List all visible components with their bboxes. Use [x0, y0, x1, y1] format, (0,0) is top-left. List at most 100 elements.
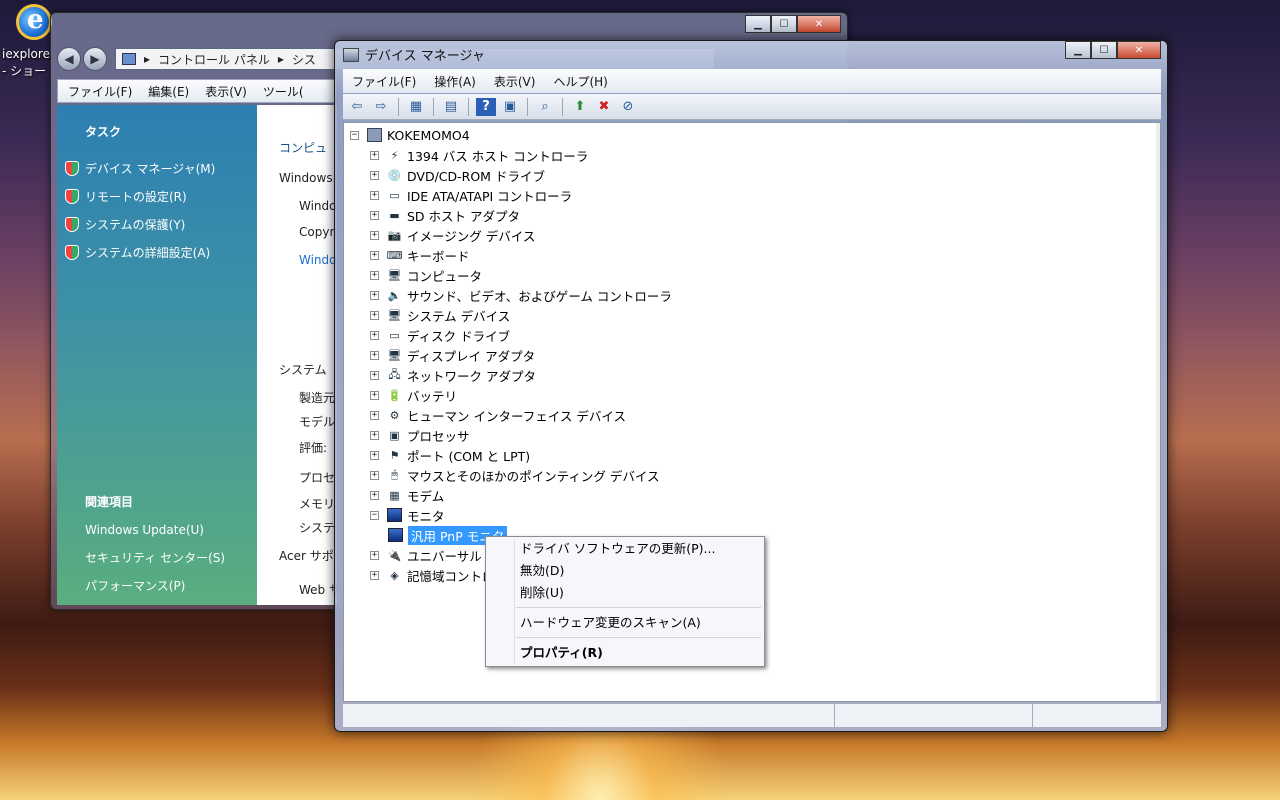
- device-category-icon: ⚙: [389, 408, 400, 422]
- breadcrumb-sep-icon: ▸: [277, 52, 284, 66]
- tree-item-category[interactable]: + 🖥 コンピュータ: [370, 265, 482, 285]
- menu-file[interactable]: ファイル(F): [68, 83, 132, 100]
- task-label: リモートの設定(R): [85, 189, 187, 204]
- minimize-button[interactable]: ▁: [745, 15, 771, 33]
- scan-hardware-icon[interactable]: ⌕: [535, 98, 555, 116]
- back-arrow-icon[interactable]: ⇦: [347, 98, 367, 116]
- tree-item-category[interactable]: + ▣ プロセッサ: [370, 425, 470, 445]
- task-device-manager[interactable]: デバイス マネージャ(M): [65, 154, 257, 182]
- tree-item-usb[interactable]: + 🔌 ユニバーサル シ: [370, 545, 498, 565]
- tree-item-category[interactable]: + 💿 DVD/CD-ROM ドライブ: [370, 165, 545, 185]
- tree-item-category[interactable]: + 🖥 システム デバイス: [370, 305, 510, 325]
- tree-scrollbar[interactable]: [1156, 123, 1160, 701]
- task-remote-settings[interactable]: リモートの設定(R): [65, 182, 257, 210]
- computer-icon: [367, 128, 382, 142]
- tree-item-category[interactable]: + 🖱 マウスとそのほかのポインティング デバイス: [370, 465, 659, 485]
- expand-icon[interactable]: +: [370, 290, 379, 300]
- help-icon[interactable]: ?: [476, 97, 496, 116]
- device-manager-icon: [343, 47, 359, 62]
- uac-shield-icon: [65, 216, 79, 232]
- expand-icon[interactable]: +: [370, 170, 379, 180]
- collapse-icon[interactable]: −: [350, 130, 359, 140]
- collapse-icon[interactable]: −: [370, 510, 379, 520]
- menu-uninstall[interactable]: 削除(U): [520, 582, 564, 604]
- menu-properties[interactable]: プロパティ(R): [520, 642, 603, 664]
- tree-root[interactable]: − KOKEMOMO4: [350, 125, 470, 145]
- expand-icon[interactable]: +: [370, 210, 379, 220]
- close-button[interactable]: ✕: [1117, 41, 1161, 59]
- expand-icon[interactable]: +: [370, 370, 379, 380]
- menu-action[interactable]: 操作(A): [425, 73, 485, 90]
- properties-icon[interactable]: ▤: [441, 98, 461, 116]
- uninstall-icon[interactable]: ✖: [594, 98, 614, 116]
- expand-icon[interactable]: +: [370, 550, 379, 560]
- expand-icon[interactable]: +: [370, 250, 379, 260]
- expand-icon[interactable]: +: [370, 150, 379, 160]
- device-category-icon: 🖱: [391, 468, 398, 481]
- expand-icon[interactable]: +: [370, 390, 379, 400]
- menu-edit[interactable]: 編集(E): [148, 83, 189, 100]
- expand-icon[interactable]: +: [370, 310, 379, 320]
- show-hide-tree-icon[interactable]: ▦: [406, 98, 426, 116]
- breadcrumb-control-panel[interactable]: コントロール パネル: [158, 51, 270, 68]
- tree-item-category[interactable]: + 🔈 サウンド、ビデオ、およびゲーム コントローラ: [370, 285, 672, 305]
- menu-file[interactable]: ファイル(F): [343, 73, 425, 90]
- menu-disable[interactable]: 無効(D): [520, 560, 564, 582]
- tree-item-category[interactable]: + ▬ SD ホスト アダプタ: [370, 205, 520, 225]
- info-fragment[interactable]: Windo: [299, 253, 337, 267]
- expand-icon[interactable]: +: [370, 570, 379, 580]
- expand-icon[interactable]: +: [370, 430, 379, 440]
- tree-item-category[interactable]: + ⚙ ヒューマン インターフェイス デバイス: [370, 405, 626, 425]
- maximize-button[interactable]: ☐: [771, 15, 797, 33]
- tree-item-category[interactable]: + 🖧 ネットワーク アダプタ: [370, 365, 536, 385]
- expand-icon[interactable]: +: [370, 190, 379, 200]
- tree-item-category[interactable]: + ▦ モデム: [370, 485, 444, 505]
- breadcrumb-system[interactable]: シス: [292, 51, 316, 68]
- tree-item-category[interactable]: − モニタ: [370, 505, 445, 525]
- tree-item-category[interactable]: + ⌨ キーボード: [370, 245, 470, 265]
- task-system-protection[interactable]: システムの保護(Y): [65, 210, 257, 238]
- expand-icon[interactable]: +: [370, 470, 379, 480]
- disable-icon[interactable]: ⊘: [618, 98, 638, 116]
- menu-scan-hardware[interactable]: ハードウェア変更のスキャン(A): [520, 612, 701, 634]
- expand-icon[interactable]: +: [370, 350, 379, 360]
- expand-icon[interactable]: +: [370, 490, 379, 500]
- system-info-pane: コンピュ Windows Windo Copyr Windo システム 製造元 …: [257, 105, 341, 605]
- related-windows-update[interactable]: Windows Update(U): [85, 516, 257, 544]
- device-category-icon: 🖧: [388, 367, 401, 381]
- tree-item-storage-controller[interactable]: + ◈ 記憶域コントロ: [370, 565, 495, 585]
- toolbar-separator: [527, 97, 528, 116]
- toolbar-separator: [562, 97, 563, 116]
- menu-help[interactable]: ヘルプ(H): [544, 73, 616, 90]
- task-advanced-settings[interactable]: システムの詳細設定(A): [65, 238, 257, 266]
- tree-item-category[interactable]: + 🖥 ディスプレイ アダプタ: [370, 345, 535, 365]
- menu-tools[interactable]: ツール(: [263, 83, 304, 100]
- expand-icon[interactable]: +: [370, 270, 379, 280]
- expand-icon[interactable]: +: [370, 410, 379, 420]
- related-performance[interactable]: パフォーマンス(P): [85, 572, 257, 600]
- expand-icon[interactable]: +: [370, 330, 379, 340]
- expand-icon[interactable]: +: [370, 230, 379, 240]
- device-category-icon: 🖥: [387, 308, 402, 322]
- related-section: 関連項目 Windows Update(U) セキュリティ センター(S) パフ…: [65, 488, 257, 600]
- tree-item-category[interactable]: + 🔋 バッテリ: [370, 385, 457, 405]
- back-arrow-icon[interactable]: ◀: [57, 47, 81, 71]
- tree-item-category[interactable]: + ▭ ディスク ドライブ: [370, 325, 510, 345]
- close-button[interactable]: ✕: [797, 15, 841, 33]
- view-icon[interactable]: ▣: [500, 98, 520, 116]
- tree-item-label: ポート (COM と LPT): [407, 448, 531, 464]
- tree-item-category[interactable]: + ⚡ 1394 バス ホスト コントローラ: [370, 145, 588, 165]
- forward-arrow-icon[interactable]: ▶: [83, 47, 107, 71]
- tree-item-category[interactable]: + ▭ IDE ATA/ATAPI コントローラ: [370, 185, 572, 205]
- menu-view[interactable]: 表示(V): [205, 83, 247, 100]
- expand-icon[interactable]: +: [370, 450, 379, 460]
- menu-update-driver[interactable]: ドライバ ソフトウェアの更新(P)...: [520, 538, 715, 560]
- menu-view[interactable]: 表示(V): [485, 73, 545, 90]
- forward-arrow-icon[interactable]: ⇨: [371, 98, 391, 116]
- minimize-button[interactable]: ▁: [1065, 41, 1091, 59]
- maximize-button[interactable]: ☐: [1091, 41, 1117, 59]
- tree-item-category[interactable]: + 📷 イメージング デバイス: [370, 225, 535, 245]
- tree-item-category[interactable]: + ⚑ ポート (COM と LPT): [370, 445, 530, 465]
- related-security-center[interactable]: セキュリティ センター(S): [85, 544, 257, 572]
- update-driver-icon[interactable]: ⬆: [570, 98, 590, 116]
